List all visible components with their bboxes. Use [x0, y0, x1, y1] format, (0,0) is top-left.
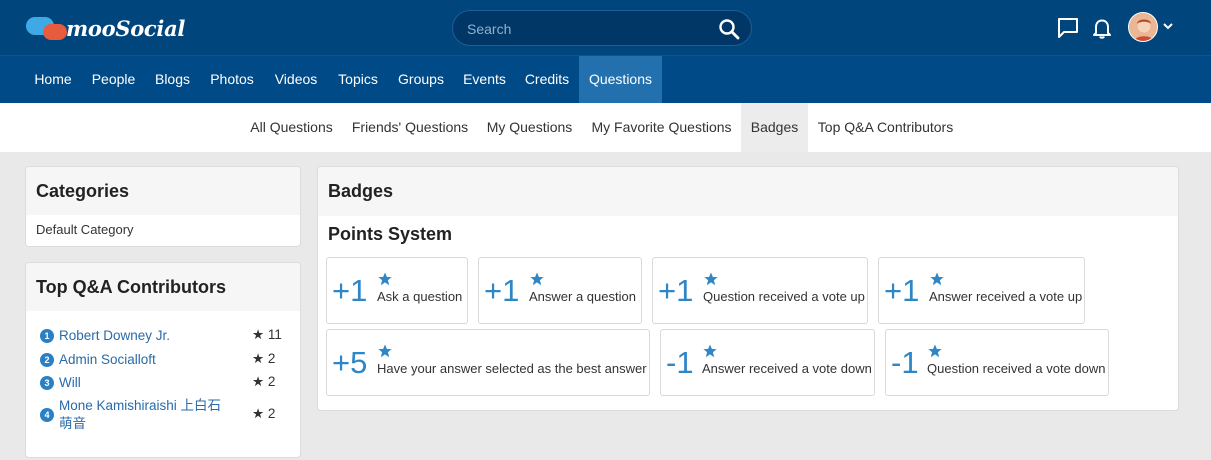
contributor-name[interactable]: Admin Socialloft — [59, 351, 156, 368]
search-box — [452, 10, 752, 46]
badges-panel: Badges Points System +1 Ask a question +… — [317, 166, 1179, 411]
star-icon — [704, 272, 718, 286]
point-value: +1 — [658, 273, 694, 308]
nav-blogs[interactable]: Blogs — [145, 56, 200, 103]
point-card: +1 Ask a question — [326, 257, 468, 324]
subnav-friends-questions[interactable]: Friends' Questions — [343, 103, 477, 152]
logo-icon — [24, 14, 70, 42]
point-card: +5 Have your answer selected as the best… — [326, 329, 650, 396]
subnav-my-questions[interactable]: My Questions — [477, 103, 582, 152]
nav-events[interactable]: Events — [454, 56, 515, 103]
nav-groups[interactable]: Groups — [388, 56, 454, 103]
star-icon — [928, 344, 942, 358]
search-input[interactable] — [467, 19, 707, 39]
point-card: -1 Question received a vote down — [885, 329, 1109, 396]
point-value: +1 — [332, 273, 368, 308]
star-icon — [930, 272, 944, 286]
point-label: Answer a question — [529, 289, 636, 304]
contributor-points: ★ 2 — [252, 351, 276, 366]
star-icon — [530, 272, 544, 286]
point-label: Ask a question — [377, 289, 463, 304]
rank-badge: 3 — [40, 376, 54, 390]
sub-nav: All Questions Friends' Questions My Ques… — [0, 103, 1211, 152]
subnav-top-contributors[interactable]: Top Q&A Contributors — [808, 103, 963, 152]
point-label: Question received a vote down — [927, 361, 1106, 376]
points-system-title: Points System — [328, 224, 453, 244]
rank-badge: 1 — [40, 329, 54, 343]
avatar[interactable] — [1128, 12, 1158, 42]
rank-badge: 2 — [40, 353, 54, 367]
contributor-points: ★ 11 — [252, 327, 282, 342]
top-header: mooSocial — [0, 0, 1211, 55]
nav-topics[interactable]: Topics — [328, 56, 388, 103]
contributor-name[interactable]: Mone Kamishiraishi 上白石 — [59, 397, 221, 414]
nav-credits[interactable]: Credits — [515, 56, 579, 103]
contributors-box: Top Q&A Contributors 1 Robert Downey Jr.… — [25, 262, 301, 458]
categories-title: Categories — [26, 167, 300, 215]
chat-icon[interactable] — [1056, 16, 1080, 40]
star-icon — [378, 272, 392, 286]
point-value: +1 — [884, 273, 920, 308]
point-label: Have your answer selected as the best an… — [377, 361, 647, 376]
categories-box: Categories Default Category — [25, 166, 301, 247]
point-card: +1 Question received a vote up — [652, 257, 868, 324]
contributor-name[interactable]: Robert Downey Jr. — [59, 327, 170, 344]
nav-people[interactable]: People — [82, 56, 145, 103]
point-value: +1 — [484, 273, 520, 308]
avatar-image — [1129, 13, 1157, 41]
point-value: -1 — [891, 345, 919, 380]
contributors-title: Top Q&A Contributors — [26, 263, 300, 311]
nav-home[interactable]: Home — [24, 56, 82, 103]
chevron-down-icon[interactable] — [1162, 20, 1174, 32]
point-card: +1 Answer a question — [478, 257, 642, 324]
subnav-all-questions[interactable]: All Questions — [240, 103, 343, 152]
badges-title: Badges — [318, 167, 1178, 216]
point-card: -1 Answer received a vote down — [660, 329, 875, 396]
point-label: Question received a vote up — [703, 289, 865, 304]
nav-questions[interactable]: Questions — [579, 56, 662, 103]
logo-text: mooSocial — [66, 15, 186, 41]
star-icon — [378, 344, 392, 358]
site-logo[interactable]: mooSocial — [24, 14, 185, 42]
contributor-name-line2[interactable]: 萌音 — [59, 415, 86, 432]
point-label: Answer received a vote up — [929, 289, 1083, 304]
contributor-name[interactable]: Will — [59, 374, 81, 391]
search-icon[interactable] — [717, 17, 741, 41]
nav-photos[interactable]: Photos — [200, 56, 264, 103]
subnav-my-favorite-questions[interactable]: My Favorite Questions — [582, 103, 741, 152]
bell-icon[interactable] — [1090, 16, 1114, 40]
point-card: +1 Answer received a vote up — [878, 257, 1085, 324]
point-label: Answer received a vote down — [702, 361, 872, 376]
main-nav: Home People Blogs Photos Videos Topics G… — [0, 55, 1211, 103]
subnav-badges[interactable]: Badges — [741, 103, 808, 152]
nav-videos[interactable]: Videos — [264, 56, 328, 103]
point-value: +5 — [332, 345, 368, 380]
contributor-points: ★ 2 — [252, 374, 276, 389]
contributor-points: ★ 2 — [252, 406, 276, 421]
rank-badge: 4 — [40, 408, 54, 422]
point-value: -1 — [666, 345, 694, 380]
star-icon — [703, 344, 717, 358]
category-item[interactable]: Default Category — [36, 222, 134, 237]
